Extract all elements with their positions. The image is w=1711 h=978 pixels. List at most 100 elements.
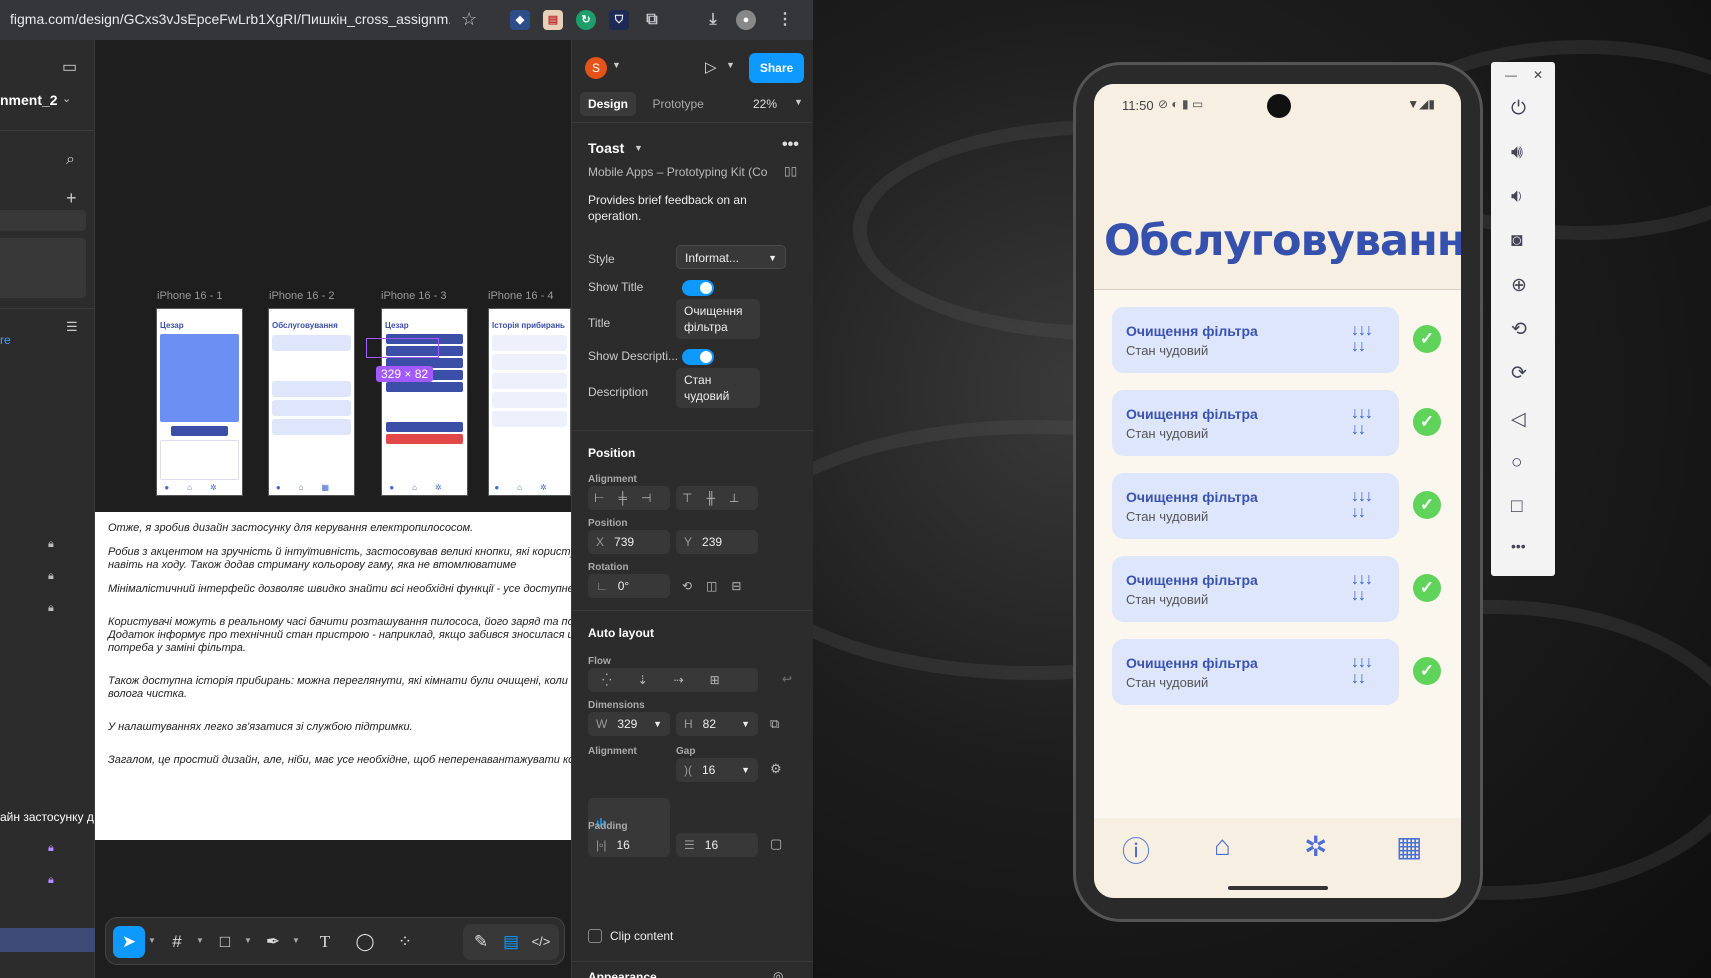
frame-thumbnail[interactable]: Історія прибирань ●⌂✲ (488, 308, 571, 496)
width-field[interactable]: W 329 ▼ (588, 712, 670, 736)
tab-prototype[interactable]: Prototype (644, 92, 711, 116)
lock-icon[interactable]: 🔒︎ (48, 874, 54, 887)
chevron-down-icon[interactable]: ▼ (794, 97, 803, 107)
download-icon[interactable]: ⤓ (703, 10, 723, 30)
sidebar-toggle-icon[interactable]: ▭ (62, 57, 77, 77)
clip-content-checkbox[interactable] (588, 929, 602, 943)
avatar[interactable]: ● (736, 10, 756, 30)
frame-label[interactable]: iPhone 16 - 1 (157, 290, 222, 302)
frame-thumbnail[interactable]: Цезар ●⌂✲ (156, 308, 243, 496)
chevron-down-icon[interactable]: ▼ (244, 936, 252, 945)
show-title-toggle[interactable] (682, 280, 714, 296)
page-row[interactable] (0, 210, 86, 231)
rotate-left-icon[interactable]: ⟲ (1511, 318, 1527, 341)
home-indicator[interactable] (1228, 886, 1328, 890)
comment-tool-icon[interactable]: ◯ (349, 926, 381, 958)
rectangle-tool-icon[interactable]: □ (209, 926, 241, 958)
chevron-down-icon[interactable]: ▼ (726, 60, 735, 70)
chevron-down-icon[interactable]: ▼ (292, 936, 300, 945)
library-name[interactable]: Mobile Apps – Prototyping Kit (Co... (588, 165, 768, 179)
phone-screen[interactable]: 11:50 ⊘ ◐ ▮ ▭ ▼◢▮ Обслуговування Очищенн… (1094, 84, 1461, 898)
lock-icon[interactable]: 🔒︎ (48, 538, 54, 551)
add-page-icon[interactable]: + (66, 188, 77, 209)
description-input[interactable]: Стан чудовий (676, 368, 760, 408)
close-icon[interactable]: ✕ (1533, 68, 1543, 82)
lock-icon[interactable]: 🔒︎ (48, 570, 54, 583)
page-row[interactable] (0, 238, 86, 298)
lock-icon[interactable]: 🔒︎ (48, 842, 54, 855)
visibility-icon[interactable]: ◎ (773, 969, 783, 978)
height-field[interactable]: H 82 ▼ (676, 712, 758, 736)
user-avatar[interactable]: S (585, 57, 607, 79)
info-icon[interactable]: ⓘ (1122, 830, 1150, 870)
gap-field[interactable]: )(16 ▼ (676, 758, 758, 782)
zoom-level[interactable]: 22% (753, 97, 777, 111)
actions-tool-icon[interactable]: ⁘ (389, 926, 421, 958)
wrap-icon[interactable]: ↩ (782, 672, 792, 686)
extension-icon[interactable]: ↻ (576, 10, 596, 30)
more-options-icon[interactable]: ••• (782, 136, 799, 154)
list-item[interactable]: Очищення фільтра Стан чудовий ↓↓↓ ↓↓ (1112, 390, 1399, 456)
volume-down-icon[interactable]: 🔉︎ (1511, 186, 1523, 208)
resize-icon[interactable]: ⧉ (770, 716, 779, 732)
volume-up-icon[interactable]: 🔊︎ (1511, 142, 1523, 164)
more-options-icon[interactable]: ••• (1511, 538, 1526, 554)
chevron-down-icon[interactable]: ▼ (634, 143, 643, 153)
design-mode-icon[interactable]: ▤ (495, 926, 527, 958)
flow-options[interactable]: ⁛⇣⇢⊞ (588, 668, 758, 692)
show-description-toggle[interactable] (682, 349, 714, 365)
chevron-down-icon[interactable]: ▼ (612, 60, 621, 70)
zoom-icon[interactable]: ⊕ (1511, 274, 1527, 297)
chevron-down-icon[interactable]: ▼ (148, 936, 156, 945)
frame-label[interactable]: iPhone 16 - 2 (269, 290, 334, 302)
bookmark-star-icon[interactable]: ☆ (461, 9, 477, 30)
tab-design[interactable]: Design (580, 92, 637, 116)
page-link[interactable]: re (0, 333, 11, 347)
calculator-icon[interactable]: ▦ (1396, 830, 1422, 863)
selection-outline[interactable] (366, 338, 439, 358)
layout-settings-icon[interactable]: ⚙ (770, 761, 782, 777)
y-field[interactable]: Y 239 (676, 530, 758, 554)
vertical-align-icons[interactable]: ⊤╫⊥ (676, 486, 758, 510)
figma-canvas[interactable]: iPhone 16 - 1 iPhone 16 - 2 iPhone 16 - … (95, 40, 571, 978)
url-field[interactable]: figma.com/design/GCxs3vJsEpceFwLrb1XgRI/… (10, 11, 450, 27)
style-select[interactable]: Informat... ▼ (676, 245, 786, 269)
back-icon[interactable]: ◁ (1511, 408, 1526, 431)
x-field[interactable]: X 739 (588, 530, 670, 554)
power-icon[interactable]: ⏻ (1511, 98, 1526, 120)
pen-tool-icon[interactable]: ✒ (257, 926, 289, 958)
component-name[interactable]: Toast (588, 140, 624, 156)
share-button[interactable]: Share (749, 53, 804, 83)
dev-mode-icon[interactable]: </> (525, 926, 557, 958)
padding-horizontal-field[interactable]: |▫| 16 (588, 833, 670, 857)
frame-label[interactable]: iPhone 16 - 3 (381, 290, 446, 302)
horizontal-align-icons[interactable]: ⊢╪⊣ (588, 486, 670, 510)
selected-layer-row[interactable] (0, 928, 95, 952)
text-document[interactable]: Отже, я зробив дизайн застосунку для кер… (95, 512, 571, 840)
menu-dots-icon[interactable]: ⋮ (775, 10, 795, 30)
frame-label[interactable]: iPhone 16 - 4 (488, 290, 553, 302)
list-item[interactable]: Очищення фільтра Стан чудовий ↓↓↓ ↓↓ (1112, 556, 1399, 622)
chevron-down-icon[interactable]: ▼ (196, 936, 204, 945)
frame-tool-icon[interactable]: # (161, 926, 193, 958)
padding-vertical-field[interactable]: ☰ 16 (676, 833, 758, 857)
layer-name[interactable]: айн застосунку д (0, 810, 95, 824)
home-icon[interactable]: ⌂ (1214, 830, 1231, 862)
overview-icon[interactable]: □ (1511, 496, 1522, 518)
list-item[interactable]: Очищення фільтра Стан чудовий ↓↓↓ ↓↓ (1112, 639, 1399, 705)
extension-icon[interactable]: ⛉ (609, 10, 629, 30)
list-item[interactable]: Очищення фільтра Стан чудовий ↓↓↓ ↓↓ (1112, 473, 1399, 539)
list-collapse-icon[interactable]: ☰ (66, 319, 78, 335)
frame-thumbnail[interactable]: Обслуговування ●⌂▦ (268, 308, 355, 496)
title-input[interactable]: Очищення фільтра (676, 299, 760, 339)
rotation-field[interactable]: ∟ 0° (588, 574, 670, 598)
search-icon[interactable]: ⌕ (66, 151, 75, 169)
draw-mode-icon[interactable]: ✎ (465, 926, 497, 958)
rotate-right-icon[interactable]: ⟳ (1511, 362, 1527, 385)
settings-icon[interactable]: ✲ (1304, 830, 1327, 863)
puzzle-icon[interactable]: ⧉ (642, 10, 662, 30)
library-book-icon[interactable]: ▯▯ (784, 164, 797, 178)
extension-icon[interactable]: ◆ (510, 10, 530, 30)
frame-thumbnail[interactable]: Цезар ●⌂✲ (381, 308, 468, 496)
rotate-flip-icons[interactable]: ⟲◫⊟ (676, 574, 760, 598)
